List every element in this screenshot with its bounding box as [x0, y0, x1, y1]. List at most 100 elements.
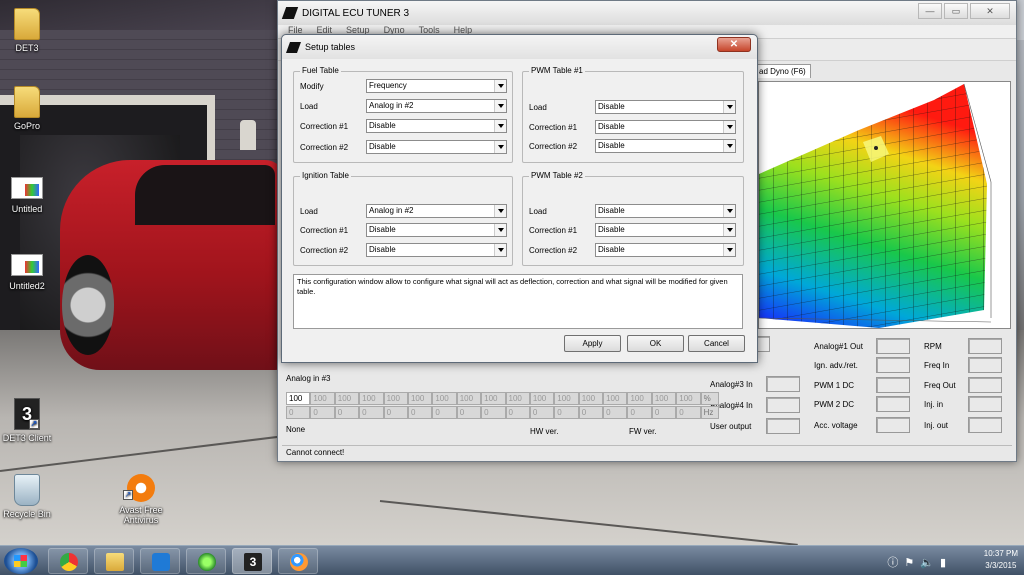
table-cell[interactable]: 100 — [407, 392, 433, 405]
field-label: Correction #1 — [529, 225, 578, 235]
taskbar-xbox[interactable] — [186, 548, 226, 574]
table-cell[interactable]: 0 — [456, 406, 482, 419]
table-cell[interactable]: 0 — [286, 406, 311, 419]
ignition-correction2-select[interactable]: Disable — [366, 243, 507, 257]
tab-load-dyno[interactable]: ad Dyno (F6) — [754, 64, 811, 78]
table-cell[interactable]: 0 — [529, 406, 555, 419]
table-cell[interactable]: 0 — [627, 406, 652, 419]
table-cell[interactable]: 0 — [505, 406, 530, 419]
desktop-icon-recycle-bin[interactable]: Recycle Bin — [0, 474, 57, 519]
pwm2-correction1-select[interactable]: Disable — [595, 223, 736, 237]
fuel-map-3d-plot[interactable] — [758, 81, 1011, 329]
taskbar-chrome[interactable] — [48, 548, 88, 574]
chevron-down-icon[interactable] — [723, 140, 735, 152]
desktop-icon-label: DET3 Client — [2, 433, 52, 443]
pwm1-correction1-select[interactable]: Disable — [595, 120, 736, 134]
pwm1-load-select[interactable]: Disable — [595, 100, 736, 114]
table-cell[interactable]: 0 — [310, 406, 335, 419]
chevron-down-icon[interactable] — [494, 100, 506, 112]
table-cell[interactable]: 0 — [603, 406, 628, 419]
apply-button[interactable]: Apply — [564, 335, 621, 352]
table-cell[interactable]: 0 — [676, 406, 701, 419]
clock[interactable]: 10:37 PM 3/3/2015 — [984, 548, 1018, 572]
table-cell[interactable]: 100 — [286, 392, 311, 405]
gauge-value-box — [968, 396, 1002, 412]
chevron-down-icon[interactable] — [494, 224, 506, 236]
info-icon[interactable]: ⓘ — [887, 557, 904, 569]
volume-icon[interactable]: 🔈 — [920, 557, 940, 569]
table-cell[interactable]: 100 — [456, 392, 482, 405]
table-cell[interactable]: 0 — [334, 406, 360, 419]
desktop-icon-det3[interactable]: DET3 — [0, 8, 57, 53]
fuel-load-select[interactable]: Analog in #2 — [366, 99, 507, 113]
chevron-down-icon[interactable] — [494, 244, 506, 256]
ok-button[interactable]: OK — [627, 335, 684, 352]
ignition-load-select[interactable]: Analog in #2 — [366, 204, 507, 218]
table-cell[interactable]: 0 — [383, 406, 408, 419]
table-cell[interactable]: 100 — [334, 392, 360, 405]
table-cell[interactable]: 0 — [554, 406, 579, 419]
chevron-down-icon[interactable] — [494, 141, 506, 153]
table-cell[interactable]: 0 — [578, 406, 604, 419]
flag-icon[interactable]: ⚑ — [904, 557, 920, 569]
table-cell[interactable]: 100 — [359, 392, 384, 405]
table-cell[interactable]: 100 — [651, 392, 677, 405]
table-cell[interactable]: 100 — [481, 392, 506, 405]
table-cell[interactable]: 0 — [407, 406, 433, 419]
ignition-correction1-select[interactable]: Disable — [366, 223, 507, 237]
table-cell[interactable]: 100 — [603, 392, 628, 405]
taskbar-det3[interactable]: 3 — [232, 548, 272, 574]
table-cell[interactable]: 100 — [432, 392, 457, 405]
taskbar-paint[interactable] — [278, 548, 318, 574]
field-label: Correction #2 — [529, 141, 578, 151]
network-icon[interactable]: ▮ — [940, 557, 952, 569]
table-cell[interactable]: 100 — [578, 392, 604, 405]
chevron-down-icon[interactable] — [723, 224, 735, 236]
window-titlebar[interactable]: DIGITAL ECU TUNER 3 — ▭ ✕ — [278, 1, 1016, 25]
maximize-button[interactable]: ▭ — [944, 3, 968, 19]
table-cell[interactable]: 100 — [529, 392, 555, 405]
chevron-down-icon[interactable] — [494, 120, 506, 132]
desktop-icon-gopro[interactable]: GoPro — [0, 86, 57, 131]
chevron-down-icon[interactable] — [723, 244, 735, 256]
pwm2-correction2-select[interactable]: Disable — [595, 243, 736, 257]
start-button[interactable] — [4, 548, 38, 574]
chevron-down-icon[interactable] — [723, 205, 735, 217]
dialog-close-button[interactable]: ✕ — [717, 37, 751, 52]
chevron-down-icon[interactable] — [494, 80, 506, 92]
pwm2-load-select[interactable]: Disable — [595, 204, 736, 218]
dialog-titlebar[interactable]: Setup tables — [282, 35, 757, 59]
table-cell[interactable]: 0 — [432, 406, 457, 419]
table-cell[interactable]: 100 — [554, 392, 579, 405]
minimize-button[interactable]: — — [918, 3, 942, 19]
image-file-icon — [11, 254, 43, 276]
table-cell[interactable]: 0 — [651, 406, 677, 419]
desktop-icon-det3-client[interactable]: 3 ↗ DET3 Client — [0, 398, 57, 443]
table-cell[interactable]: 100 — [383, 392, 408, 405]
pwm1-correction2-select[interactable]: Disable — [595, 139, 736, 153]
desktop-icon-untitled[interactable]: Untitled — [0, 173, 57, 214]
fuel-correction1-select[interactable]: Disable — [366, 119, 507, 133]
table-cell[interactable]: 0 — [481, 406, 506, 419]
chevron-down-icon[interactable] — [723, 121, 735, 133]
table-cell[interactable]: 100 — [676, 392, 701, 405]
table-cell[interactable]: 0 — [359, 406, 384, 419]
fuel-modify-select[interactable]: Frequency — [366, 79, 507, 93]
folder-icon — [14, 86, 40, 118]
gauge-label: Inj. out — [924, 420, 949, 430]
table-cell[interactable]: 100 — [310, 392, 335, 405]
cancel-button[interactable]: Cancel — [688, 335, 745, 352]
fuel-correction2-select[interactable]: Disable — [366, 140, 507, 154]
taskbar-media[interactable] — [140, 548, 180, 574]
table-cell[interactable]: 100 — [627, 392, 652, 405]
taskbar-explorer[interactable] — [94, 548, 134, 574]
desktop-icon-avast[interactable]: ↗ Avast Free Antivirus — [110, 474, 172, 525]
desktop-icon-untitled2[interactable]: Untitled2 — [0, 250, 57, 291]
app-icon — [285, 41, 302, 53]
table-cell[interactable]: 100 — [505, 392, 530, 405]
chevron-down-icon[interactable] — [723, 101, 735, 113]
ignition-correction1-row: Correction #1 Disable — [300, 223, 507, 237]
pwm1-load-row: Load Disable — [529, 100, 736, 114]
close-button[interactable]: ✕ — [970, 3, 1010, 19]
chevron-down-icon[interactable] — [494, 205, 506, 217]
